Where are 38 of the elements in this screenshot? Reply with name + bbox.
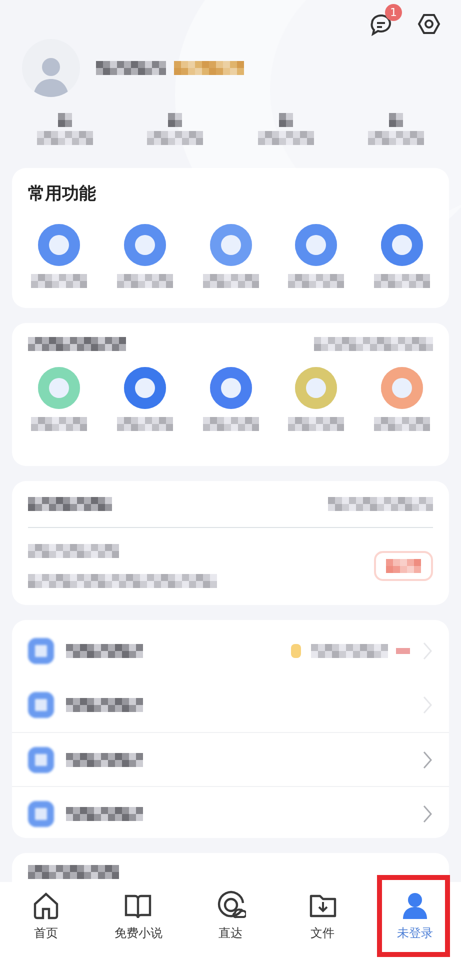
nav-tab[interactable]: 未登录 <box>368 882 461 962</box>
settings-icon[interactable] <box>417 13 441 36</box>
nav-tab[interactable]: 文件 <box>276 882 369 962</box>
blurred-text <box>31 417 87 431</box>
blurred-text <box>374 417 430 431</box>
at-sign-icon <box>216 890 246 920</box>
blurred-text <box>278 112 293 127</box>
blurred-icon <box>28 800 54 826</box>
blurred-icon <box>28 746 54 772</box>
chevron-icon <box>422 695 433 715</box>
blurred-text <box>58 112 72 127</box>
blurred-text <box>288 274 344 288</box>
blurred-text <box>116 274 173 288</box>
nav-tab[interactable]: 首页 <box>0 882 92 962</box>
blurred-text <box>37 130 94 145</box>
blurred-text <box>374 274 430 288</box>
blurred-text <box>258 130 314 145</box>
nav-tab[interactable]: 直达 <box>184 882 277 962</box>
section-title: 常用功能 <box>28 183 97 206</box>
chevron-icon <box>422 750 433 770</box>
blurred-text <box>96 60 166 75</box>
blurred-text <box>31 274 87 288</box>
blurred-icon <box>28 692 54 718</box>
blurred-icon <box>28 638 54 664</box>
blurred-text <box>147 130 204 145</box>
chevron-icon <box>422 804 433 824</box>
nav-tab[interactable]: 免费小说 <box>92 882 184 962</box>
blurred-badge <box>174 60 244 75</box>
blurred-text <box>388 112 403 127</box>
blurred-text <box>202 274 258 288</box>
blurred-text <box>202 417 258 431</box>
blurred-text <box>368 130 424 145</box>
chevron-icon <box>422 641 433 661</box>
blurred-text <box>168 112 182 127</box>
tag-marker <box>396 648 410 654</box>
coin-icon <box>291 644 301 658</box>
blurred-text <box>288 417 344 431</box>
blurred-text <box>116 417 173 431</box>
